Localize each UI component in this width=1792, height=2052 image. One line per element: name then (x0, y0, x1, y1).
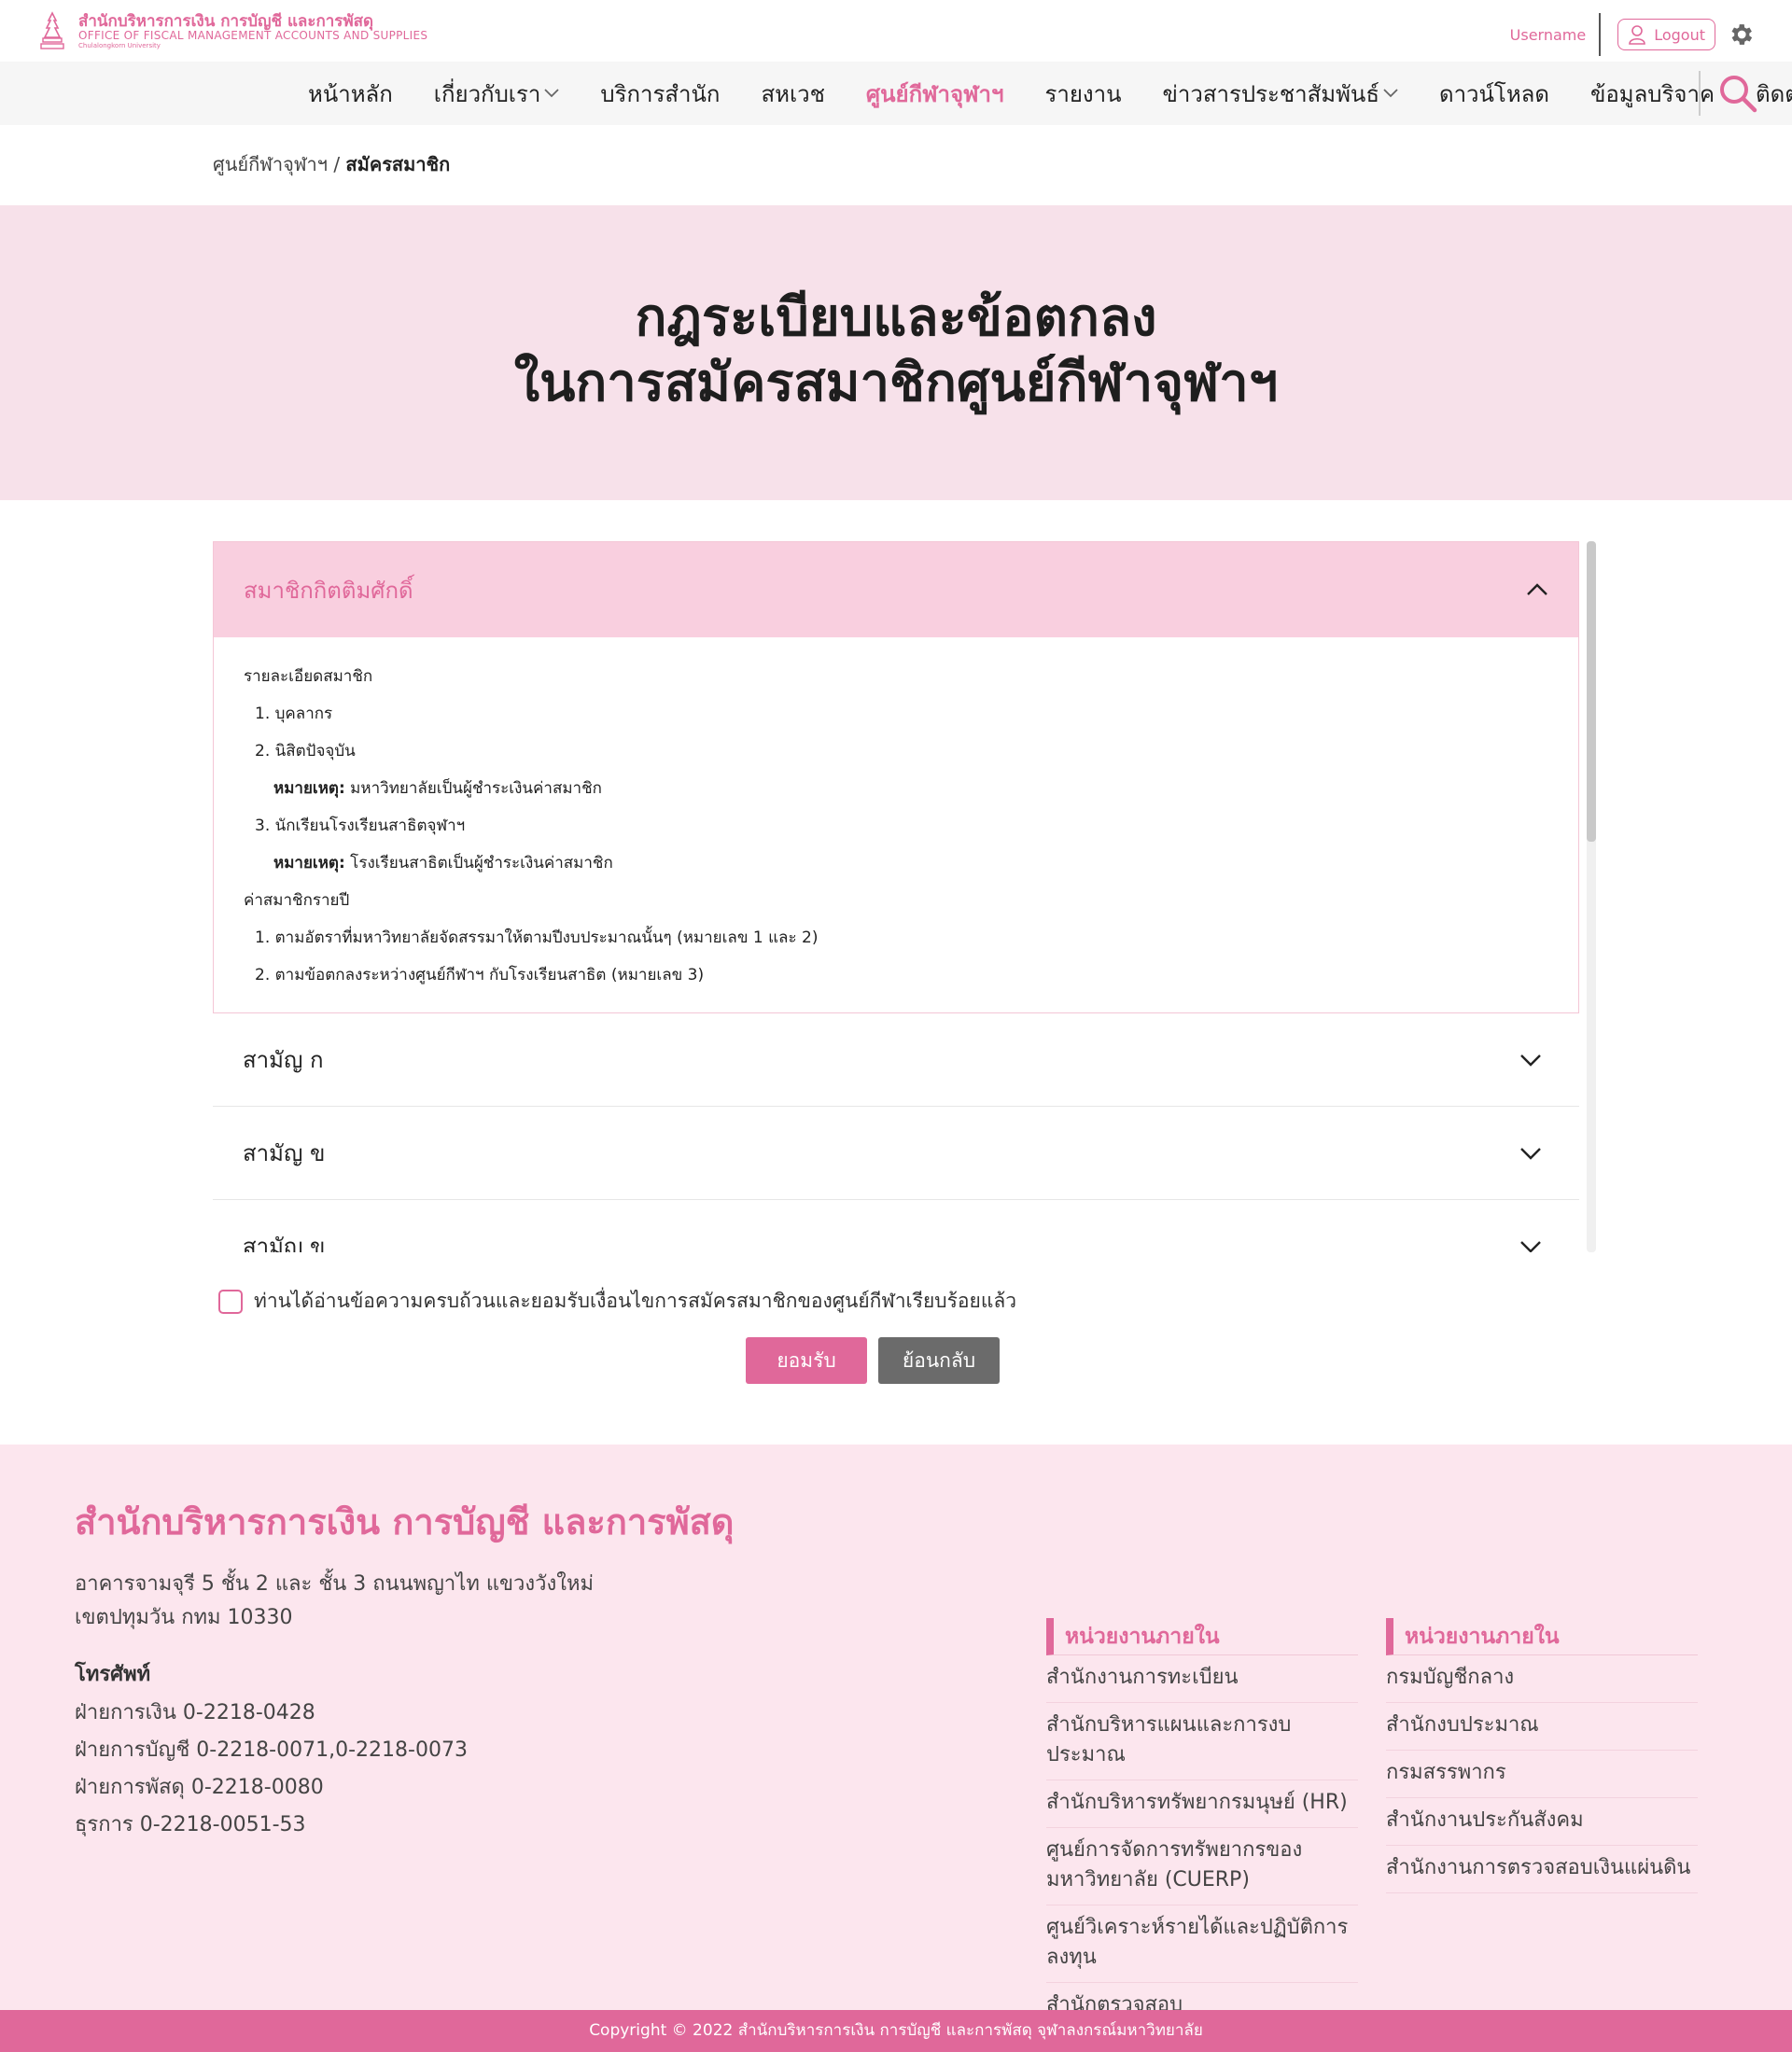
back-button[interactable]: ย้อนกลับ (878, 1337, 1000, 1384)
phone-item: ฝ่ายการเงิน 0-2218-0428 (75, 1701, 315, 1724)
member-item: 1. บุคลากร (255, 705, 333, 723)
main-nav: หน้าหลัก เกี่ยวกับเรา บริการสำนัก สหเวช … (0, 62, 1792, 125)
page-hero: กฎระเบียบและข้อตกลง ในการสมัครสมาชิกศูนย… (0, 205, 1792, 500)
nav-item-health[interactable]: สหเวช (761, 76, 824, 112)
agreement-row: ท่านได้อ่านข้อความครบถ้วนและยอมรับเงื่อน… (218, 1286, 1016, 1317)
accordion-title: สามัญ ข (243, 1234, 326, 1252)
copyright-bar: Copyright © 2022 สำนักบริหารการเงิน การบ… (0, 2010, 1792, 2052)
footer-link[interactable]: กรมสรรพากร (1386, 1751, 1698, 1798)
chevron-down-icon (1383, 89, 1398, 98)
accordion-scrollbar[interactable] (1587, 541, 1596, 1252)
footer-link[interactable]: ศูนย์การจัดการทรัพยากรของมหาวิทยาลัย (CU… (1046, 1828, 1358, 1905)
phone-item: ธุรการ 0-2218-0051-53 (75, 1813, 306, 1836)
nav-item-contact[interactable]: ติดต่อเรา (1756, 76, 1792, 112)
chevron-down-icon (1520, 1240, 1541, 1252)
nav-divider (1699, 71, 1701, 116)
phone-item: ฝ่ายการพัสดุ 0-2218-0080 (75, 1776, 324, 1799)
breadcrumb-current: สมัครสมาชิก (345, 153, 451, 175)
breadcrumb: ศูนย์กีฬาจุฬาฯ / สมัครสมาชิก (213, 149, 450, 179)
university-emblem-icon (40, 11, 64, 49)
terms-accordion: สมาชิกกิตติมศักดิ์ รายละเอียดสมาชิก 1. บ… (213, 541, 1579, 1252)
chevron-down-icon (1520, 1054, 1541, 1067)
action-buttons: ยอมรับ ย้อนกลับ (746, 1337, 1000, 1384)
accordion-header-general-c[interactable]: สามัญ ข (213, 1200, 1579, 1252)
accordion-panel-honorary: สมาชิกกิตติมศักดิ์ รายละเอียดสมาชิก 1. บ… (213, 541, 1579, 1013)
logout-label: Logout (1654, 25, 1705, 44)
footer-link[interactable]: สำนักงานการทะเบียน (1046, 1655, 1358, 1703)
page-title: กฎระเบียบและข้อตกลง ในการสมัครสมาชิกศูนย… (0, 205, 1792, 416)
page-title-line2: ในการสมัครสมาชิกศูนย์กีฬาจุฬาฯ (513, 353, 1279, 413)
top-bar: สำนักบริหารการเงิน การบัญชี และการพัสดุ … (0, 0, 1792, 62)
accordion-header-honorary[interactable]: สมาชิกกิตติมศักดิ์ (214, 542, 1578, 637)
accordion-body-honorary: รายละเอียดสมาชิก 1. บุคลากร 2. นิสิตปัจจ… (214, 637, 1578, 1012)
nav-item-download[interactable]: ดาวน์โหลด (1439, 76, 1549, 112)
chevron-down-icon (544, 89, 560, 98)
footer-links-heading: หน่วยงานภายใน (1386, 1618, 1698, 1655)
footer-link[interactable]: สำนักงานประกันสังคม (1386, 1798, 1698, 1846)
member-details-heading: รายละเอียดสมาชิก (244, 667, 373, 686)
nav-item-about[interactable]: เกี่ยวกับเรา (434, 76, 560, 112)
footer-link[interactable]: สำนักงบประมาณ (1386, 1703, 1698, 1751)
breadcrumb-separator: / (333, 153, 341, 175)
member-item: 3. นักเรียนโรงเรียนสาธิตจุฬาฯ (255, 817, 466, 835)
phone-item: ฝ่ายการบัญชี 0-2218-0071,0-2218-0073 (75, 1738, 468, 1762)
nav-item-donation[interactable]: ข้อมูลบริจาค (1590, 76, 1715, 112)
accordion-title: สมาชิกกิตติมศักดิ์ (244, 577, 413, 604)
gear-icon[interactable] (1727, 21, 1755, 49)
search-icon[interactable] (1717, 73, 1758, 114)
member-note: หมายเหตุ: โรงเรียนสาธิตเป็นผู้ชำระเงินค่… (273, 854, 613, 872)
user-area: Username Logout (1510, 13, 1755, 56)
fee-item: 1. ตามอัตราที่มหาวิทยาลัยจัดสรรมาให้ตามป… (255, 928, 819, 947)
footer-link[interactable]: ศูนย์วิเคราะห์รายได้และปฏิบัติการลงทุน (1046, 1905, 1358, 1983)
accordion-header-general-b[interactable]: สามัญ ข (213, 1107, 1579, 1200)
phone-heading: โทรศัพท์ (75, 1663, 151, 1686)
footer-address: อาคารจามจุรี 5 ชั้น 2 และ ชั้น 3 ถนนพญาไ… (75, 1568, 594, 1635)
page-title-line1: กฎระเบียบและข้อตกลง (635, 287, 1157, 348)
accordion-title: สามัญ ข (243, 1140, 326, 1166)
chevron-down-icon (1520, 1147, 1541, 1160)
nav-item-sports-center[interactable]: ศูนย์กีฬาจุฬาฯ (866, 76, 1004, 112)
phone-list: ฝ่ายการเงิน 0-2218-0428 ฝ่ายการบัญชี 0-2… (75, 1695, 468, 1844)
fee-item: 2. ตามข้อตกลงระหว่างศูนย์กีฬาฯ กับโรงเรี… (255, 966, 705, 984)
footer-link[interactable]: กรมบัญชีกลาง (1386, 1655, 1698, 1703)
accordion-header-general-a[interactable]: สามัญ ก (213, 1013, 1579, 1107)
footer-link[interactable]: สำนักบริหารแผนและการงบประมาณ (1046, 1703, 1358, 1780)
logo-text: สำนักบริหารการเงิน การบัญชี และการพัสดุ … (78, 13, 427, 50)
footer-links-heading: หน่วยงานภายใน (1046, 1618, 1358, 1655)
header-divider (1599, 13, 1602, 56)
logo-university: Chulalongkorn University (78, 42, 161, 49)
site-logo[interactable]: สำนักบริหารการเงิน การบัญชี และการพัสดุ … (37, 11, 427, 52)
agree-checkbox-label[interactable]: ท่านได้อ่านข้อความครบถ้วนและยอมรับเงื่อน… (254, 1286, 1016, 1317)
logo-title-th: สำนักบริหารการเงิน การบัญชี และการพัสดุ (78, 12, 374, 31)
nav-item-home[interactable]: หน้าหลัก (308, 76, 393, 112)
member-note: หมายเหตุ: มหาวิทยาลัยเป็นผู้ชำระเงินค่าส… (273, 779, 602, 798)
footer-link[interactable]: สำนักงานการตรวจสอบเงินแผ่นดิน (1386, 1846, 1698, 1893)
logo-title-en: OFFICE OF FISCAL MANAGEMENT ACCOUNTS AND… (78, 29, 428, 42)
footer-link[interactable]: สำนักบริหารทรัพยากรมนุษย์ (HR) (1046, 1780, 1358, 1828)
footer-links-internal: หน่วยงานภายใน สำนักงานการทะเบียน สำนักบร… (1046, 1618, 1358, 2031)
nav-list: หน้าหลัก เกี่ยวกับเรา บริการสำนัก สหเวช … (308, 62, 1792, 125)
scrollbar-thumb[interactable] (1587, 541, 1596, 842)
footer-title: สำนักบริหารการเงิน การบัญชี และการพัสดุ (75, 1501, 735, 1542)
user-icon (1629, 25, 1646, 45)
logout-button[interactable]: Logout (1617, 19, 1715, 50)
address-line: อาคารจามจุรี 5 ชั้น 2 และ ชั้น 3 ถนนพญาไ… (75, 1572, 594, 1596)
site-footer: สำนักบริหารการเงิน การบัญชี และการพัสดุ … (0, 1445, 1792, 2031)
nav-item-news[interactable]: ข่าวสารประชาสัมพันธ์ (1162, 76, 1398, 112)
breadcrumb-parent[interactable]: ศูนย์กีฬาจุฬาฯ (213, 153, 328, 175)
accordion-title: สามัญ ก (243, 1047, 324, 1073)
chevron-up-icon (1527, 583, 1547, 595)
nav-item-reports[interactable]: รายงาน (1044, 76, 1121, 112)
agree-checkbox[interactable] (218, 1289, 243, 1314)
member-item: 2. นิสิตปัจจุบัน (255, 742, 356, 761)
accept-button[interactable]: ยอมรับ (746, 1337, 867, 1384)
annual-fee-heading: ค่าสมาชิกรายปี (244, 891, 350, 910)
footer-links-external: หน่วยงานภายใน กรมบัญชีกลาง สำนักงบประมาณ… (1386, 1618, 1698, 1893)
nav-item-services[interactable]: บริการสำนัก (600, 76, 720, 112)
username-link[interactable]: Username (1510, 26, 1587, 44)
address-line: เขตปทุมวัน กทม 10330 (75, 1606, 293, 1629)
